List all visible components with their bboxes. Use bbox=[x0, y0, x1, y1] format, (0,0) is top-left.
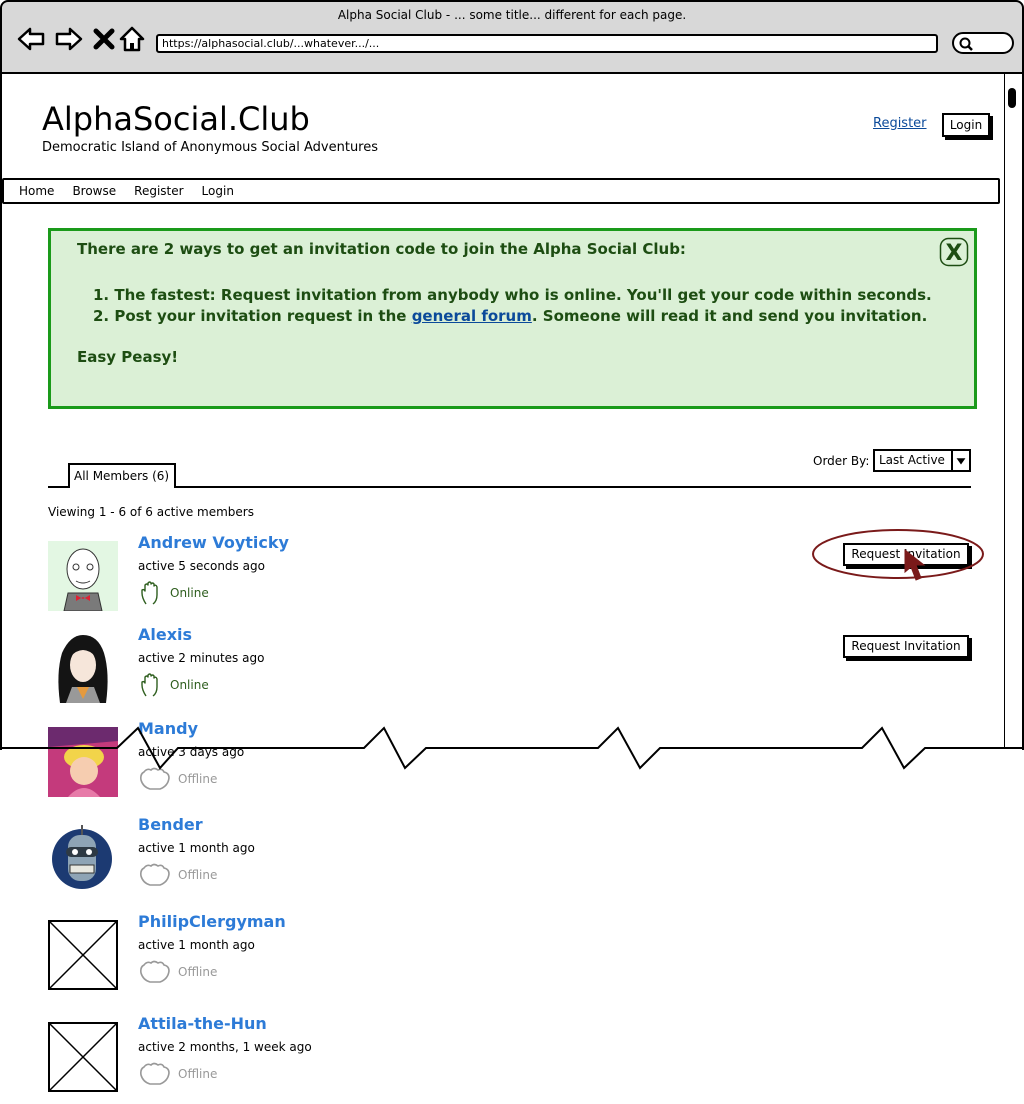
site-title: AlphaSocial.Club bbox=[42, 100, 310, 138]
member-status: Online bbox=[138, 579, 209, 607]
avatar-dark-hair-girl bbox=[48, 633, 118, 703]
alert-intro: There are 2 ways to get an invitation co… bbox=[77, 240, 686, 258]
tab-all-members[interactable]: All Members (6) bbox=[68, 463, 176, 488]
forward-arrow-icon[interactable] bbox=[54, 24, 84, 54]
site-tagline: Democratic Island of Anonymous Social Ad… bbox=[42, 140, 379, 155]
alert-item-1: 1. The fastest: Request invitation from … bbox=[93, 286, 932, 304]
member-status: Online bbox=[138, 671, 209, 699]
member-name[interactable]: Bender bbox=[138, 815, 203, 834]
avatar-bald-man bbox=[48, 541, 118, 611]
member-status-text: Offline bbox=[178, 868, 218, 882]
hand-icon bbox=[140, 960, 170, 983]
avatar-placeholder-icon bbox=[48, 1022, 118, 1092]
member-name[interactable]: Andrew Voyticky bbox=[138, 533, 289, 552]
member-name[interactable]: PhilipClergyman bbox=[138, 912, 286, 931]
hand-icon bbox=[140, 1062, 170, 1085]
vertical-scrollbar[interactable] bbox=[1004, 74, 1020, 748]
member-last-active: active 1 month ago bbox=[138, 938, 255, 952]
alert-list: 1. The fastest: Request invitation from … bbox=[93, 285, 932, 327]
member-status: Offline bbox=[138, 958, 217, 986]
back-arrow-icon[interactable] bbox=[16, 24, 46, 54]
member-status: Offline bbox=[138, 1060, 217, 1088]
nav-item-browse[interactable]: Browse bbox=[72, 184, 116, 198]
member-last-active: active 2 months, 1 week ago bbox=[138, 1040, 312, 1054]
alert-outro: Easy Peasy! bbox=[77, 348, 179, 366]
nav-item-register[interactable]: Register bbox=[134, 184, 183, 198]
highlight-ellipse bbox=[812, 529, 984, 579]
invitation-info-alert: There are 2 ways to get an invitation co… bbox=[48, 228, 977, 409]
header-register-link[interactable]: Register bbox=[873, 116, 927, 131]
close-glyph: X bbox=[946, 241, 963, 266]
order-by-value: Last Active bbox=[879, 453, 945, 467]
alert-item-2-prefix: 2. Post your invitation request in the bbox=[93, 307, 412, 325]
order-by-select[interactable]: Last Active bbox=[873, 449, 971, 472]
browser-search-box[interactable] bbox=[952, 32, 1014, 54]
general-forum-link[interactable]: general forum bbox=[412, 307, 532, 325]
scrollbar-thumb[interactable] bbox=[1008, 88, 1016, 108]
member-name[interactable]: Alexis bbox=[138, 625, 192, 644]
home-icon[interactable] bbox=[117, 24, 147, 54]
viewing-count: Viewing 1 - 6 of 6 active members bbox=[48, 505, 254, 519]
main-nav: Home Browse Register Login bbox=[2, 178, 1000, 204]
order-by-label: Order By: bbox=[813, 454, 870, 468]
mouse-cursor-icon bbox=[904, 548, 926, 581]
torn-edge-line bbox=[0, 726, 1024, 770]
hand-icon bbox=[140, 863, 170, 886]
member-status-text: Offline bbox=[178, 1067, 218, 1081]
avatar-robot bbox=[48, 823, 118, 893]
member-row: Bender active 1 month ago Offline bbox=[48, 815, 978, 895]
stop-x-icon[interactable] bbox=[90, 24, 120, 54]
alert-item-2: 2. Post your invitation request in the g… bbox=[93, 306, 932, 327]
nav-item-home[interactable]: Home bbox=[19, 184, 54, 198]
member-status: Offline bbox=[138, 861, 217, 889]
member-status-text: Offline bbox=[178, 772, 218, 786]
member-status-text: Offline bbox=[178, 965, 218, 979]
member-row: Alexis active 2 minutes ago Online Reque… bbox=[48, 625, 978, 705]
member-name[interactable]: Attila-the-Hun bbox=[138, 1014, 267, 1033]
chevron-down-icon[interactable] bbox=[951, 451, 969, 470]
member-row: PhilipClergyman active 1 month ago Offli… bbox=[48, 912, 978, 992]
header-login-button[interactable]: Login bbox=[942, 113, 990, 137]
alert-item-2-suffix: . Someone will read it and send you invi… bbox=[531, 307, 928, 325]
tab-baseline bbox=[48, 486, 971, 488]
address-bar[interactable]: https://alphasocial.club/...whatever.../… bbox=[156, 34, 938, 53]
hand-icon bbox=[141, 673, 158, 697]
avatar-placeholder-icon bbox=[48, 920, 118, 990]
close-icon[interactable]: X bbox=[939, 237, 969, 267]
member-last-active: active 5 seconds ago bbox=[138, 559, 265, 573]
member-status-text: Online bbox=[170, 586, 209, 600]
member-last-active: active 2 minutes ago bbox=[138, 651, 265, 665]
member-last-active: active 1 month ago bbox=[138, 841, 255, 855]
member-status-text: Online bbox=[170, 678, 209, 692]
search-icon bbox=[959, 37, 973, 51]
nav-item-login[interactable]: Login bbox=[202, 184, 234, 198]
request-invitation-button[interactable]: Request Invitation bbox=[843, 635, 969, 658]
window-title: Alpha Social Club - ... some title... di… bbox=[337, 8, 687, 22]
browser-chrome: Alpha Social Club - ... some title... di… bbox=[0, 0, 1024, 74]
member-row: Attila-the-Hun active 2 months, 1 week a… bbox=[48, 1014, 978, 1094]
hand-icon bbox=[141, 581, 158, 605]
